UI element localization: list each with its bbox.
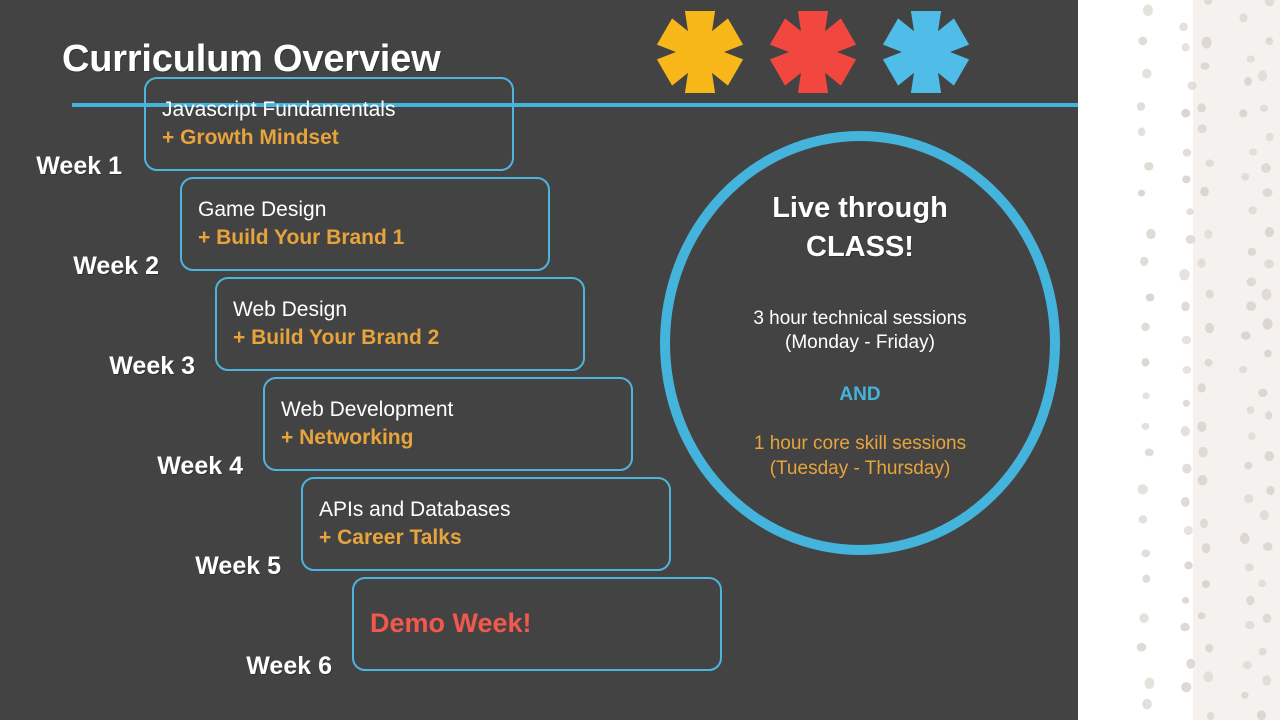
week-box-6[interactable]: Demo Week! [352, 577, 722, 671]
week-topic-3: Web Design [233, 298, 348, 322]
live-class-circle: Live through CLASS! 3 hour technical ses… [660, 131, 1060, 555]
week-label-6: Week 6 [246, 652, 332, 680]
technical-sessions-line1: 3 hour technical sessions [753, 307, 967, 329]
decorative-white-strip [1078, 0, 1193, 720]
slide-board: Curriculum Overview Week 1 Javascript Fun… [0, 0, 1078, 720]
core-skill-sessions-text: 1 hour core skill sessions (Tuesday - Th… [754, 432, 966, 481]
week-topic-1: Javascript Fundamentals [162, 98, 396, 122]
circle-heading: Live through CLASS! [772, 189, 948, 267]
decorative-beige-strip [1193, 0, 1280, 720]
circle-heading-line1: Live through [772, 192, 948, 224]
asterisk-red-icon [769, 11, 857, 93]
week-label-5: Week 5 [195, 552, 281, 580]
week-extra-3: + Build Your Brand 2 [233, 326, 440, 349]
week-box-4[interactable]: Web Development + Networking [263, 377, 633, 471]
week-topic-4: Web Development [281, 398, 454, 422]
technical-sessions-line2: (Monday - Friday) [785, 332, 935, 354]
week-topic-2: Game Design [198, 198, 327, 222]
circle-heading-line2: CLASS! [806, 230, 914, 263]
week-extra-6: Demo Week! [370, 608, 532, 639]
connector-and: AND [839, 384, 881, 406]
page-title: Curriculum Overview [62, 38, 441, 80]
slide-root: Curriculum Overview Week 1 Javascript Fun… [0, 0, 1280, 720]
week-box-3[interactable]: Web Design + Build Your Brand 2 [215, 277, 585, 371]
week-box-2[interactable]: Game Design + Build Your Brand 1 [180, 177, 550, 271]
technical-sessions-text: 3 hour technical sessions (Monday - Frid… [753, 307, 966, 356]
asterisk-blue-icon [882, 11, 970, 93]
core-skill-line2: (Tuesday - Thursday) [769, 457, 951, 479]
week-box-1[interactable]: Javascript Fundamentals + Growth Mindset [144, 77, 514, 171]
week-label-1: Week 1 [36, 152, 122, 180]
asterisk-yellow-icon [656, 11, 744, 93]
week-label-2: Week 2 [73, 252, 159, 280]
week-topic-5: APIs and Databases [319, 498, 511, 522]
week-label-4: Week 4 [157, 452, 243, 480]
asterisk-logo-group [652, 8, 982, 96]
week-extra-4: + Networking [281, 426, 414, 449]
week-extra-1: + Growth Mindset [162, 126, 339, 149]
week-extra-5: + Career Talks [319, 526, 462, 549]
week-box-5[interactable]: APIs and Databases + Career Talks [301, 477, 671, 571]
week-extra-2: + Build Your Brand 1 [198, 226, 405, 249]
week-label-3: Week 3 [109, 352, 195, 380]
core-skill-line1: 1 hour core skill sessions [753, 433, 967, 455]
